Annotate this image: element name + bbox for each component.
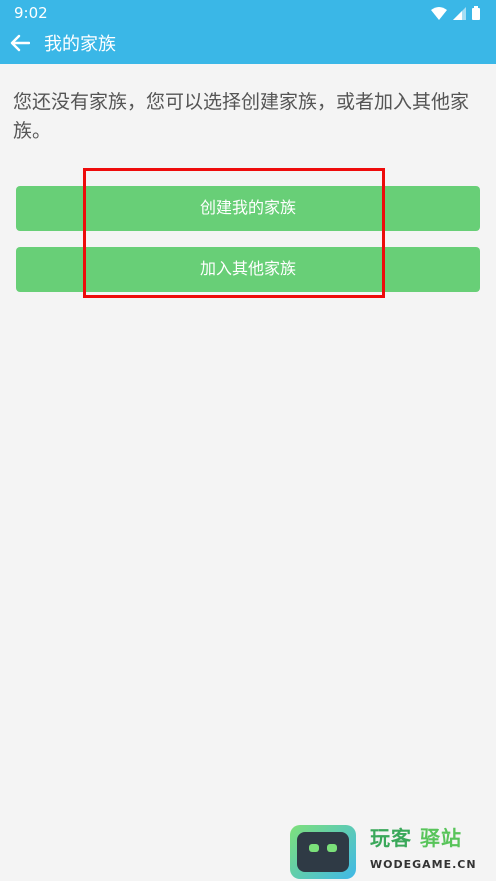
status-icons: [431, 5, 480, 21]
cell-signal-icon: [453, 6, 466, 20]
page-title: 我的家族: [44, 34, 116, 55]
watermark-cn-part2: 驿站: [419, 826, 462, 850]
battery-icon: [472, 6, 480, 20]
wifi-icon: [431, 6, 447, 20]
watermark-logo-icon: [290, 825, 356, 879]
status-bar: 9:02: [0, 0, 496, 27]
app-bar: 我的家族: [0, 27, 496, 64]
watermark-cn-part1: 玩客: [370, 826, 412, 850]
header: 9:02 我的家族: [0, 0, 496, 64]
join-family-button[interactable]: 加入其他家族: [16, 247, 480, 292]
back-button[interactable]: [6, 31, 34, 59]
watermark-en: WODEGAME.CN: [370, 858, 477, 871]
back-arrow-icon: [10, 34, 31, 56]
screen: 9:02 我的家族 您还没有家族，您可以选择创建家族，或者加入其他家族。 创建我…: [0, 0, 496, 881]
status-time: 9:02: [14, 4, 48, 22]
watermark: 玩客 驿站 WODEGAME.CN: [290, 825, 496, 881]
intro-text: 您还没有家族，您可以选择创建家族，或者加入其他家族。: [13, 91, 470, 142]
watermark-cn: 玩客 驿站: [370, 825, 462, 851]
create-family-button[interactable]: 创建我的家族: [16, 186, 480, 231]
